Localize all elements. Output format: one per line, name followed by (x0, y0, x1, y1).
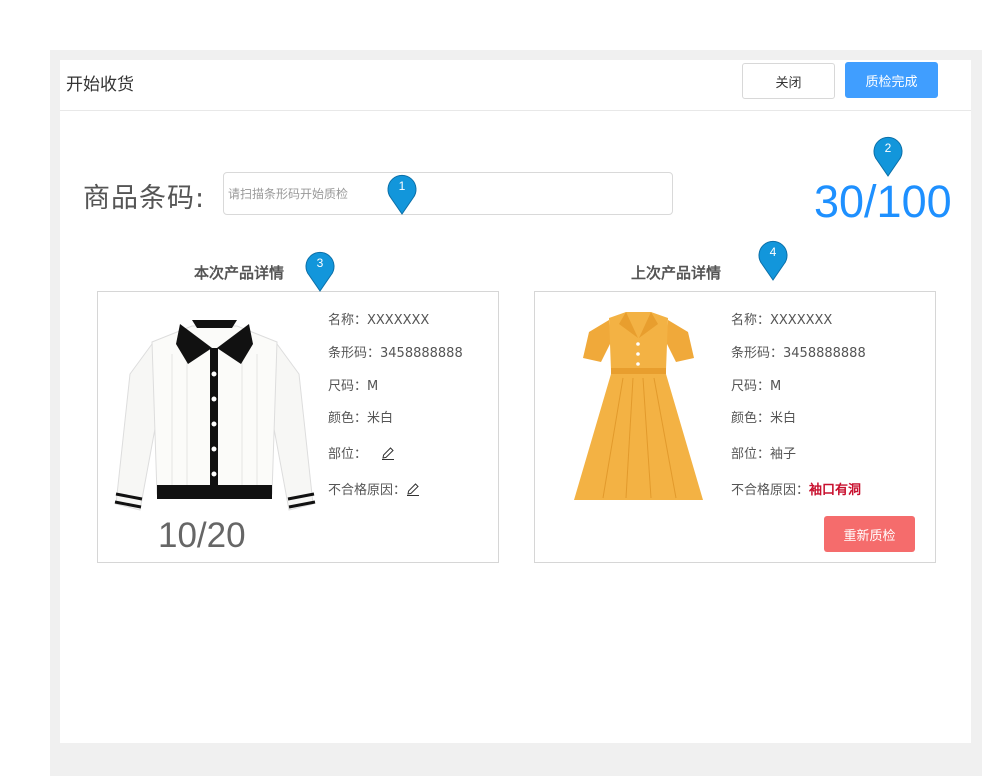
current-part-label: 部位： (328, 447, 368, 462)
current-product-title: 本次产品详情 (194, 264, 285, 282)
previous-size: 尺码：M (731, 379, 782, 394)
previous-part: 部位：袖子 (731, 447, 797, 462)
marker-pin: 1 (387, 174, 417, 216)
previous-barcode: 条形码：3458888888 (731, 346, 866, 361)
previous-color: 颜色：米白 (731, 411, 797, 426)
close-button[interactable]: 关闭 (742, 63, 835, 99)
previous-reason-row: 不合格原因：袖口有洞 (731, 479, 861, 498)
marker-number: 1 (398, 179, 406, 193)
current-reason-row: 不合格原因： (328, 479, 420, 500)
edit-reason-icon[interactable] (406, 482, 420, 500)
previous-product-title: 上次产品详情 (631, 264, 722, 282)
current-color: 颜色：米白 (328, 411, 394, 426)
barcode-input[interactable] (223, 172, 673, 215)
previous-defect-reason: 袖口有洞 (809, 483, 862, 498)
page-title: 开始收货 (66, 75, 134, 95)
current-barcode: 条形码：3458888888 (328, 346, 463, 361)
marker-pin: 2 (873, 136, 903, 178)
barcode-label: 商品条码: (83, 183, 206, 214)
edit-part-icon[interactable] (381, 446, 395, 464)
previous-name: 名称：XXXXXXX (731, 313, 833, 328)
marker-pin: 3 (305, 251, 335, 293)
recheck-button[interactable]: 重新质检 (824, 516, 915, 552)
marker-pin: 4 (758, 240, 788, 282)
cardigan-image (114, 320, 316, 511)
previous-reason-label: 不合格原因： (731, 483, 810, 498)
current-name: 名称：XXXXXXX (328, 313, 430, 328)
marker-number: 4 (769, 245, 777, 259)
dress-image (574, 312, 703, 500)
panel-header: 开始收货 关闭 质检完成 (60, 60, 971, 111)
current-item-count: 10/20 (158, 516, 246, 555)
marker-number: 3 (316, 256, 324, 270)
current-size: 尺码：M (328, 379, 379, 394)
current-reason-label: 不合格原因： (328, 483, 407, 498)
marker-number: 2 (884, 141, 892, 155)
inspection-complete-button[interactable]: 质检完成 (845, 62, 938, 98)
inspection-progress-counter: 30/100 (814, 176, 952, 227)
current-part-row: 部位： (328, 443, 395, 464)
